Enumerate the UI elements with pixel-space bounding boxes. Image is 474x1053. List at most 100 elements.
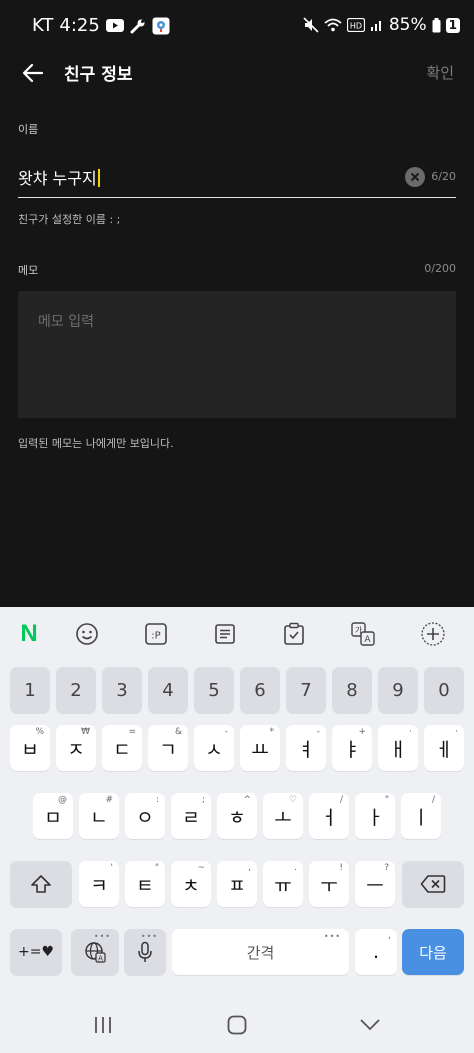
- letter-key[interactable]: = ㄷ: [102, 725, 142, 771]
- letter-key[interactable]: / ㅣ: [401, 793, 441, 839]
- letter-key[interactable]: .ㅠ: [263, 861, 303, 907]
- number-key[interactable]: 8: [332, 667, 372, 713]
- number-key[interactable]: 9: [378, 667, 418, 713]
- letter-key-secondary: /: [431, 795, 435, 805]
- letter-key[interactable]: + ㅑ: [332, 725, 372, 771]
- letter-key[interactable]: -ㅕ: [286, 725, 326, 771]
- letter-key[interactable]: · ㅐ: [378, 725, 418, 771]
- letter-key-secondary: !: [339, 863, 343, 873]
- letter-key-secondary: ^: [243, 795, 251, 805]
- letter-key[interactable]: / ㅓ: [309, 793, 349, 839]
- letter-key-label: ㅌ: [136, 874, 154, 897]
- letter-key[interactable]: · ㅔ: [424, 725, 464, 771]
- letter-key[interactable]: ; ㄹ: [171, 793, 211, 839]
- text-cursor: [97, 169, 100, 187]
- letter-key[interactable]: ~ ㅊ: [171, 861, 211, 907]
- close-icon: [410, 172, 420, 182]
- notes-icon[interactable]: [210, 619, 240, 649]
- letter-key[interactable]: " ㅏ: [355, 793, 395, 839]
- clipboard-icon[interactable]: [279, 619, 309, 649]
- letter-key-label: ㅔ: [435, 738, 453, 761]
- next-key[interactable]: 다음: [402, 929, 464, 975]
- voice-input-key[interactable]: •••: [124, 929, 166, 975]
- letter-key-secondary: -: [316, 727, 320, 737]
- back-button[interactable]: [18, 58, 48, 88]
- letter-key-label: ㅑ: [343, 738, 361, 761]
- number-key[interactable]: 2: [56, 667, 96, 713]
- app-header: 친구 정보 확인: [0, 52, 474, 92]
- wifi-icon: [324, 18, 342, 32]
- number-key[interactable]: 1: [10, 667, 50, 713]
- recents-icon[interactable]: [88, 1013, 118, 1037]
- add-icon[interactable]: [418, 619, 448, 649]
- number-key[interactable]: 3: [102, 667, 142, 713]
- backspace-key[interactable]: [402, 861, 464, 907]
- letter-key[interactable]: @ ㅁ: [33, 793, 73, 839]
- name-input[interactable]: 왓챠 누구지 6/20: [18, 160, 456, 198]
- keyboard-toolbar: N :P 가A: [0, 607, 474, 659]
- memo-privacy-note: 입력된 메모는 나에게만 보입니다.: [18, 437, 174, 450]
- period-key[interactable]: , .: [355, 929, 397, 975]
- maps-icon: [152, 17, 170, 35]
- number-key[interactable]: 6: [240, 667, 280, 713]
- letter-key[interactable]: % ㅂ: [10, 725, 50, 771]
- letter-key[interactable]: ₩ ㅈ: [56, 725, 96, 771]
- space-key[interactable]: ••• 간격: [172, 929, 349, 975]
- letter-key[interactable]: " ㅌ: [125, 861, 165, 907]
- kaomoji-icon[interactable]: :P: [141, 619, 171, 649]
- letter-key[interactable]: :ㅇ: [125, 793, 165, 839]
- letter-key-secondary: ·: [409, 727, 412, 737]
- svg-text:HD: HD: [350, 22, 362, 31]
- confirm-button[interactable]: 확인: [426, 62, 454, 83]
- letter-key[interactable]: ! ㅜ: [309, 861, 349, 907]
- space-label: 간격: [246, 943, 275, 962]
- naver-icon[interactable]: N: [14, 619, 44, 649]
- carrier-label: KT: [32, 15, 54, 36]
- memo-textarea[interactable]: 메모 입력: [18, 291, 456, 418]
- letter-key-label: ㅛ: [251, 738, 269, 761]
- letter-key-secondary: *: [269, 727, 275, 737]
- home-icon[interactable]: [222, 1013, 252, 1037]
- letter-key[interactable]: * ㅛ: [240, 725, 280, 771]
- letter-key-secondary: %: [35, 727, 44, 737]
- shift-key[interactable]: [10, 861, 72, 907]
- letter-key-label: ㅏ: [366, 806, 384, 829]
- letter-key[interactable]: & ㄱ: [148, 725, 188, 771]
- letter-key-secondary: =: [128, 727, 136, 737]
- letter-key-label: ㄷ: [113, 738, 131, 761]
- letter-key[interactable]: ,ㅍ: [217, 861, 257, 907]
- letter-key[interactable]: -ㅅ: [194, 725, 234, 771]
- clear-input-button[interactable]: [405, 167, 425, 187]
- translate-icon[interactable]: 가A: [348, 619, 378, 649]
- letter-key-label: ㅊ: [182, 874, 200, 897]
- number-key-label: 9: [392, 679, 404, 701]
- letter-key-secondary: ,: [248, 863, 251, 873]
- number-key-label: 7: [300, 679, 312, 701]
- number-key[interactable]: 4: [148, 667, 188, 713]
- letter-key-secondary: ": [154, 863, 159, 873]
- emoji-icon[interactable]: [72, 619, 102, 649]
- letter-key[interactable]: # ㄴ: [79, 793, 119, 839]
- letter-key-label: ㅂ: [21, 738, 39, 761]
- number-key[interactable]: 5: [194, 667, 234, 713]
- letter-key-label: ㅡ: [366, 874, 384, 897]
- youtube-icon: [105, 19, 124, 32]
- letter-key-secondary: ?: [384, 863, 389, 873]
- letter-key[interactable]: ♡ ㅗ: [263, 793, 303, 839]
- mute-icon: [303, 17, 319, 33]
- page-title: 친구 정보: [64, 65, 133, 85]
- letter-key-secondary: /: [339, 795, 343, 805]
- letter-key[interactable]: ^ ㅎ: [217, 793, 257, 839]
- status-bar: KT 4:25 HD 85% 1: [0, 0, 474, 52]
- letter-key-secondary: +: [358, 727, 366, 737]
- language-key[interactable]: ••• A: [71, 929, 119, 975]
- letter-key[interactable]: ? ㅡ: [355, 861, 395, 907]
- number-key-label: 1: [24, 679, 36, 701]
- number-key[interactable]: 0: [424, 667, 464, 713]
- letter-key-label: ㅓ: [320, 806, 338, 829]
- letter-key-label: ㅣ: [412, 806, 430, 829]
- number-key[interactable]: 7: [286, 667, 326, 713]
- symbols-key[interactable]: +=♥: [10, 929, 62, 975]
- back-chevron-icon[interactable]: [355, 1013, 385, 1037]
- letter-key[interactable]: ' ㅋ: [79, 861, 119, 907]
